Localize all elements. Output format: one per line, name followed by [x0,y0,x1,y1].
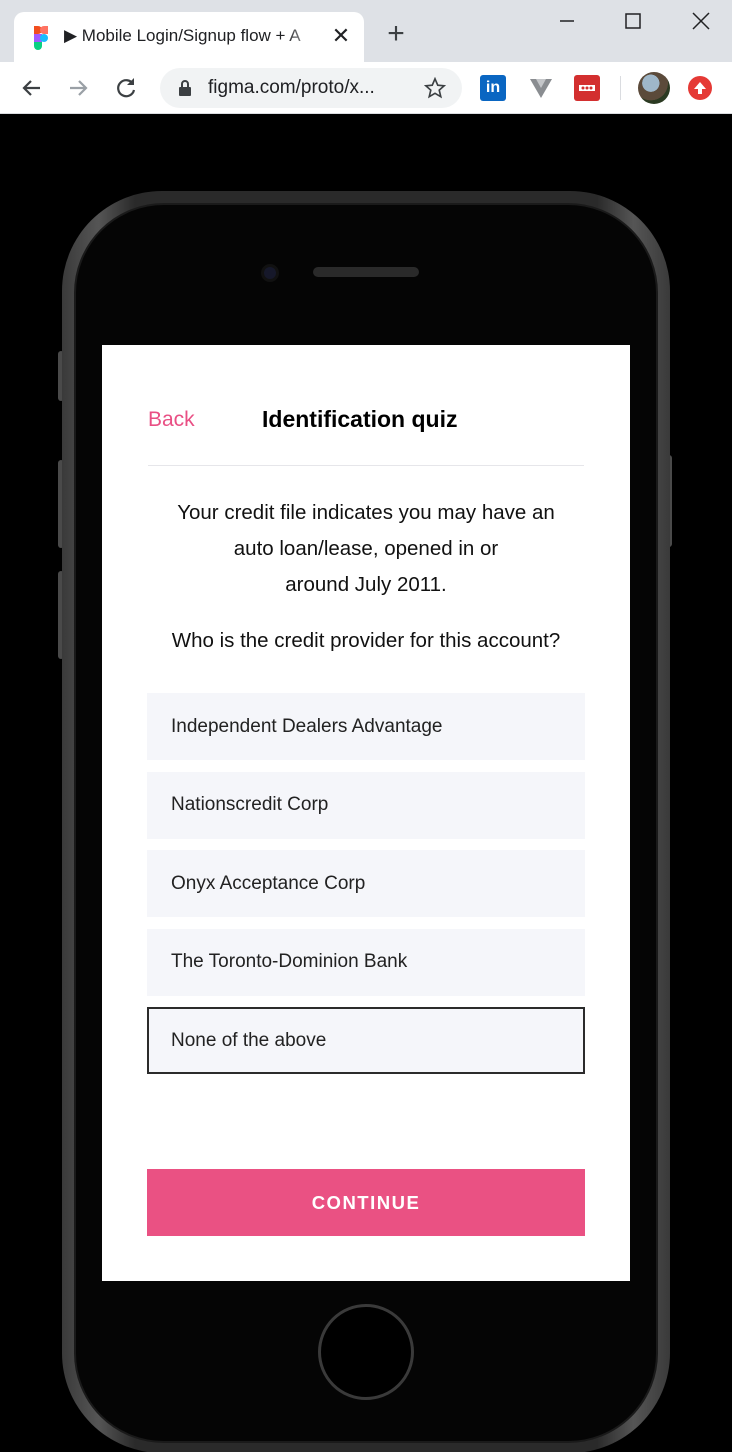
window-close-icon[interactable] [686,8,716,34]
toolbar-divider [620,76,621,100]
tab-title: ▶ Mobile Login/Signup flow + A [64,26,301,45]
question-prompt: Who is the credit provider for this acco… [171,629,561,652]
answer-option[interactable]: Independent Dealers Advantage [147,693,585,760]
continue-button[interactable]: CONTINUE [147,1169,585,1236]
answer-option-label: Onyx Acceptance Corp [171,872,366,894]
answer-option-label: Independent Dealers Advantage [171,715,443,737]
question-line: around July 2011. [285,573,447,596]
red-extension-glyph-icon [579,85,595,91]
question-line: Your credit file indicates you may have … [177,501,555,524]
minimize-icon[interactable] [552,8,582,34]
up-arrow-icon [694,82,706,94]
answer-option-label: None of the above [171,1029,327,1051]
address-bar[interactable]: figma.com/proto/x... [160,68,462,108]
answer-option[interactable]: The Toronto-Dominion Bank [147,928,585,996]
answer-option[interactable]: None of the above [147,1007,585,1074]
browser-tab[interactable]: ▶ Mobile Login/Signup flow + A ✕ [14,12,364,62]
red-extension-icon[interactable] [574,75,600,101]
figma-favicon-icon [34,26,48,50]
browser-toolbar: figma.com/proto/x... in [0,62,732,114]
answer-option-label: The Toronto-Dominion Bank [171,951,408,972]
answer-options: Independent Dealers Advantage Nationscre… [147,693,585,1086]
back-arrow-icon[interactable] [18,74,46,102]
vue-devtools-icon[interactable] [528,75,554,101]
question-text: Your credit file indicates you may have … [136,495,596,603]
page-title: Identification quiz [262,406,458,432]
phone-screen: Back Identification quiz Your credit fil… [102,345,630,1281]
plus-icon[interactable]: + [382,19,410,49]
lock-icon [179,80,191,96]
home-button [318,1304,414,1400]
back-link[interactable]: Back [148,408,195,432]
close-icon[interactable]: ✕ [330,25,352,47]
upload-extension-icon[interactable] [688,76,712,100]
profile-avatar-icon[interactable] [638,72,670,104]
linkedin-icon[interactable]: in [480,75,506,101]
prototype-canvas: Back Identification quiz Your credit fil… [0,115,732,1452]
answer-option[interactable]: Nationscredit Corp [147,771,585,839]
tab-strip: ▶ Mobile Login/Signup flow + A ✕ + [0,0,732,62]
answer-option-label: Nationscredit Corp [171,794,329,815]
reload-icon[interactable] [112,74,140,102]
forward-arrow-icon[interactable] [64,74,92,102]
camera-icon [261,264,279,282]
answer-option[interactable]: Onyx Acceptance Corp [147,850,585,917]
maximize-icon[interactable] [618,8,648,34]
header-divider [148,465,584,466]
star-icon[interactable] [424,77,446,99]
url-text[interactable]: figma.com/proto/x... [208,77,375,99]
question-line: auto loan/lease, opened in or [233,537,499,560]
earpiece-speaker [313,267,419,277]
